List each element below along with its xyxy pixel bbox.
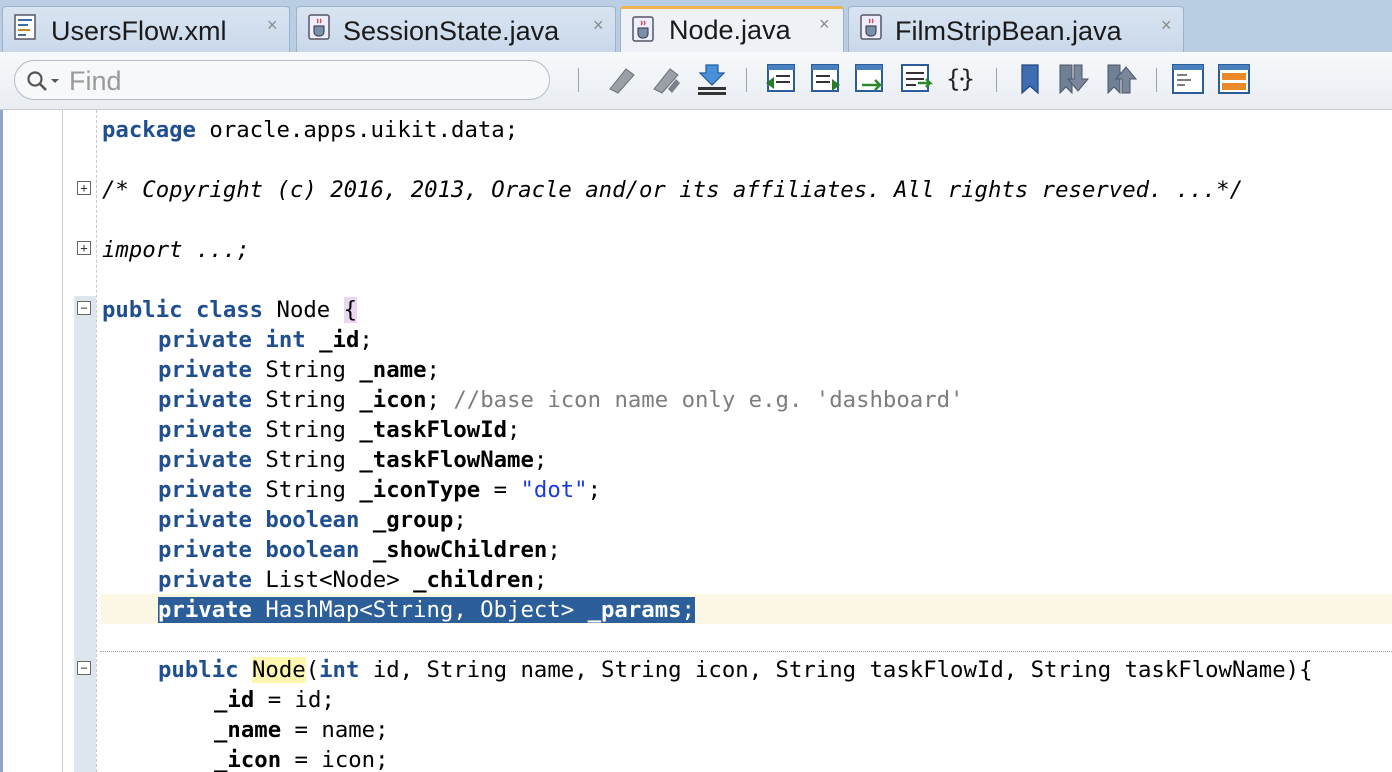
code-line-copyright: /* Copyright (c) 2016, 2013, Oracle and/… <box>102 177 1244 203</box>
tab-label: SessionState.java <box>343 16 560 46</box>
java-file-icon <box>860 14 882 40</box>
code-line-assign-name: _name = name; <box>214 717 389 743</box>
code-line-field-params-selected: private HashMap<String, Object> _params; <box>158 595 695 625</box>
next-bookmark-icon[interactable] <box>1104 61 1140 97</box>
editor-toolbar: {} <box>0 52 1392 110</box>
toolbar-separator <box>746 68 747 92</box>
shift-right-icon[interactable] <box>806 61 842 97</box>
code-line-field-icon: private String _icon; //base icon name o… <box>158 387 964 413</box>
line-number-gutter <box>62 110 63 772</box>
tab-sessionstate-java[interactable]: SessionState.java × <box>296 6 616 52</box>
format-code-icon[interactable]: {} <box>944 61 980 97</box>
tab-filmstripbean-java[interactable]: FilmStripBean.java × <box>848 6 1184 52</box>
find-box <box>14 60 550 100</box>
comment-icon[interactable] <box>852 61 888 97</box>
code-line-field-showchildren: private boolean _showChildren; <box>158 537 561 563</box>
next-occurrence-icon[interactable] <box>648 61 684 97</box>
code-line-field-icontype: private String _iconType = "dot"; <box>158 477 602 503</box>
search-icon[interactable] <box>25 69 65 93</box>
toggle-highlight-icon[interactable] <box>694 61 730 97</box>
code-line-field-name: private String _name; <box>158 357 440 383</box>
shift-left-icon[interactable] <box>762 61 798 97</box>
collapse-fold-icon[interactable]: − <box>77 301 91 315</box>
code-line-assign-id: _id = id; <box>214 687 335 713</box>
code-line-field-children: private List<Node> _children; <box>158 567 548 593</box>
code-editor[interactable]: + + − − package oracle.apps.uikit.data; … <box>0 110 1392 772</box>
code-line-package: package oracle.apps.uikit.data; <box>102 117 519 143</box>
code-line-constructor: public Node(int id, String name, String … <box>158 657 1313 683</box>
previous-bookmark-icon[interactable] <box>1056 61 1092 97</box>
close-icon[interactable]: × <box>267 15 278 36</box>
code-line-assign-icon: _icon = icon; <box>214 747 389 772</box>
java-file-icon <box>632 16 654 42</box>
tab-label: UsersFlow.xml <box>51 16 227 46</box>
code-line-field-taskflowname: private String _taskFlowName; <box>158 447 548 473</box>
collapse-fold-icon[interactable]: − <box>77 661 91 675</box>
previous-occurrence-icon[interactable] <box>604 61 640 97</box>
fold-region-indicator <box>74 296 96 772</box>
tab-label: FilmStripBean.java <box>895 16 1122 46</box>
text-selection: private HashMap<String, Object> _params; <box>158 597 695 623</box>
toolbar-separator <box>996 68 997 92</box>
xml-file-icon <box>14 14 36 40</box>
expand-fold-icon[interactable]: + <box>77 181 91 195</box>
editor-tab-bar: UsersFlow.xml × SessionState.java × Node… <box>0 0 1392 52</box>
close-icon[interactable]: × <box>593 15 604 36</box>
code-line-field-id: private int _id; <box>158 327 373 353</box>
java-file-icon <box>308 14 330 40</box>
code-line-field-taskflowid: private String _taskFlowId; <box>158 417 521 443</box>
toolbar-separator <box>578 68 579 92</box>
close-icon[interactable]: × <box>819 14 830 35</box>
tab-label: Node.java <box>669 15 791 45</box>
tab-node-java[interactable]: Node.java × <box>620 6 844 52</box>
code-line-class-decl: public class Node { <box>102 297 358 323</box>
split-vertical-icon[interactable] <box>1170 61 1206 97</box>
tab-usersflow-xml[interactable]: UsersFlow.xml × <box>2 6 290 52</box>
method-separator <box>100 651 1392 652</box>
close-icon[interactable]: × <box>1161 15 1172 36</box>
expand-fold-icon[interactable]: + <box>77 241 91 255</box>
toolbar-separator <box>1156 68 1157 92</box>
code-line-import: import ...; <box>102 237 250 263</box>
find-input[interactable] <box>67 64 541 98</box>
gutter-divider <box>96 110 97 772</box>
toggle-bookmark-icon[interactable] <box>1012 61 1048 97</box>
split-horizontal-icon[interactable] <box>1216 61 1252 97</box>
code-line-field-group: private boolean _group; <box>158 507 467 533</box>
uncomment-icon[interactable] <box>898 61 934 97</box>
editor-left-margin <box>0 110 3 772</box>
